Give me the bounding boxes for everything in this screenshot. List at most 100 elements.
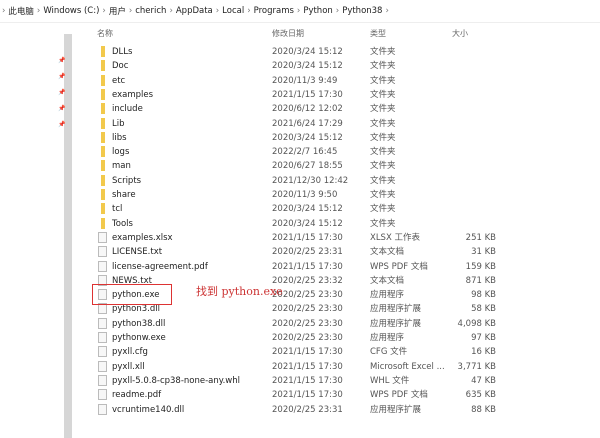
breadcrumb-item[interactable]: Python xyxy=(303,6,332,16)
file-type: 文件夹 xyxy=(370,204,396,215)
file-row[interactable]: Doc 2020/3/24 15:12 文件夹 xyxy=(96,59,516,73)
file-type: 文件夹 xyxy=(370,89,396,100)
file-size: 4,098 KB xyxy=(457,318,496,329)
breadcrumb-item[interactable]: AppData xyxy=(176,6,213,16)
column-header-date[interactable]: 修改日期 xyxy=(272,28,304,39)
file-type: CFG 文件 xyxy=(370,347,408,358)
pin-icon: 📌 xyxy=(58,89,66,96)
file-name: man xyxy=(112,161,131,172)
file-name: Doc xyxy=(112,61,129,72)
file-date: 2020/2/25 23:31 xyxy=(272,404,343,415)
file-icon xyxy=(98,389,107,401)
file-type: WPS PDF 文档 xyxy=(370,390,428,401)
file-row[interactable]: DLLs 2020/3/24 15:12 文件夹 xyxy=(96,45,516,59)
folder-icon xyxy=(101,189,105,200)
file-row[interactable]: Scripts 2021/12/30 12:42 文件夹 xyxy=(96,174,516,188)
annotation-text: 找到 python.exe xyxy=(196,285,283,298)
file-row[interactable]: pyxll.xll 2021/1/15 17:30 Microsoft Exce… xyxy=(96,360,516,374)
file-icon xyxy=(98,317,107,329)
file-name: share xyxy=(112,190,136,200)
breadcrumb-item[interactable]: Programs xyxy=(254,6,294,16)
file-icon xyxy=(98,303,107,315)
file-date: 2021/12/30 12:42 xyxy=(272,175,349,186)
file-size: 16 KB xyxy=(471,347,496,358)
column-header-type[interactable]: 类型 xyxy=(370,28,386,39)
file-type: 文件夹 xyxy=(370,190,396,200)
file-icon xyxy=(98,332,107,343)
file-date: 2020/11/3 9:50 xyxy=(272,190,338,200)
file-date: 2021/1/15 17:30 xyxy=(272,232,343,243)
file-date: 2020/2/25 23:30 xyxy=(272,318,343,329)
file-row[interactable]: pyxll-5.0.8-cp38-none-any.whl 2021/1/15 … xyxy=(96,374,516,388)
file-name: LICENSE.txt xyxy=(112,247,163,258)
file-type: 文件夹 xyxy=(370,47,396,57)
column-header-name[interactable]: 名称 xyxy=(97,28,113,39)
file-row[interactable]: examples.xlsx 2021/1/15 17:30 XLSX 工作表 2… xyxy=(96,231,516,245)
column-header-size[interactable]: 大小 xyxy=(452,28,468,39)
file-type: 应用程序扩展 xyxy=(370,318,422,329)
pin-icon: 📌 xyxy=(58,105,66,112)
file-type: 文件夹 xyxy=(370,147,396,158)
breadcrumb-item[interactable]: 用户 xyxy=(109,5,126,17)
file-row[interactable]: Lib 2021/6/24 17:29 文件夹 xyxy=(96,117,516,131)
file-name: libs xyxy=(112,132,127,143)
file-date: 2021/1/15 17:30 xyxy=(272,390,343,401)
file-date: 2021/1/15 17:30 xyxy=(272,361,343,372)
file-date: 2020/3/24 15:12 xyxy=(272,47,343,57)
file-name: python38.dll xyxy=(112,318,166,329)
chevron-right-icon: › xyxy=(102,6,106,16)
file-row[interactable]: python38.dll 2020/2/25 23:30 应用程序扩展 4,09… xyxy=(96,317,516,331)
file-row[interactable]: share 2020/11/3 9:50 文件夹 xyxy=(96,188,516,202)
file-date: 2020/11/3 9:49 xyxy=(272,75,338,86)
file-date: 2020/3/24 15:12 xyxy=(272,204,343,215)
file-row[interactable]: tcl 2020/3/24 15:12 文件夹 xyxy=(96,202,516,216)
file-size: 98 KB xyxy=(471,290,496,301)
file-row[interactable]: etc 2020/11/3 9:49 文件夹 xyxy=(96,74,516,88)
file-type: 文件夹 xyxy=(370,218,396,229)
file-row[interactable]: Tools 2020/3/24 15:12 文件夹 xyxy=(96,217,516,231)
breadcrumb-item[interactable]: Windows (C:) xyxy=(43,6,99,16)
file-date: 2022/2/7 16:45 xyxy=(272,147,338,158)
file-date: 2021/1/15 17:30 xyxy=(272,89,343,100)
file-name: Scripts xyxy=(112,175,142,186)
folder-icon xyxy=(101,203,105,215)
breadcrumb: › 此电脑 › Windows (C:) › 用户 › cherich › AppData › Loc… xyxy=(0,0,600,23)
file-icon xyxy=(98,346,107,358)
pin-icon: 📌 xyxy=(58,73,66,80)
file-row[interactable]: vcruntime140.dll 2020/2/25 23:31 应用程序扩展 … xyxy=(96,403,516,417)
file-date: 2021/1/15 17:30 xyxy=(272,347,343,358)
file-row[interactable]: readme.pdf 2021/1/15 17:30 WPS PDF 文档 63… xyxy=(96,388,516,402)
file-name: readme.pdf xyxy=(112,390,162,401)
breadcrumb-item[interactable]: 此电脑 xyxy=(8,5,34,17)
file-date: 2020/3/24 15:12 xyxy=(272,61,343,72)
file-type: 文本文档 xyxy=(370,275,405,286)
file-icon xyxy=(98,403,107,415)
file-row[interactable]: include 2020/6/12 12:02 文件夹 xyxy=(96,102,516,116)
file-name: logs xyxy=(112,147,130,158)
file-date: 2020/6/12 12:02 xyxy=(272,104,343,115)
breadcrumb-item[interactable]: cherich xyxy=(135,6,166,16)
folder-icon xyxy=(101,103,105,115)
file-size: 635 KB xyxy=(465,390,496,401)
file-date: 2021/6/24 17:29 xyxy=(272,118,343,129)
file-row[interactable]: pyxll.cfg 2021/1/15 17:30 CFG 文件 16 KB xyxy=(96,345,516,359)
file-type: WHL 文件 xyxy=(370,375,410,386)
breadcrumb-item[interactable]: Local xyxy=(222,6,244,16)
file-row[interactable]: pythonw.exe 2020/2/25 23:30 应用程序 97 KB xyxy=(96,331,516,345)
file-row[interactable]: man 2020/6/27 18:55 文件夹 xyxy=(96,159,516,173)
file-name: etc xyxy=(112,75,126,86)
file-row[interactable]: license-agreement.pdf 2021/1/15 17:30 WP… xyxy=(96,260,516,274)
file-row[interactable]: logs 2022/2/7 16:45 文件夹 xyxy=(96,145,516,159)
file-row[interactable]: examples 2021/1/15 17:30 文件夹 xyxy=(96,88,516,102)
folder-icon xyxy=(101,88,105,100)
file-type: 文本文档 xyxy=(370,247,405,258)
pin-icon: 📌 xyxy=(58,57,66,64)
file-date: 2020/3/24 15:12 xyxy=(272,132,343,143)
file-icon xyxy=(98,231,107,243)
folder-icon xyxy=(101,217,105,229)
file-row[interactable]: LICENSE.txt 2020/2/25 23:31 文本文档 31 KB xyxy=(96,245,516,259)
file-row[interactable]: libs 2020/3/24 15:12 文件夹 xyxy=(96,131,516,145)
file-date: 2020/2/25 23:30 xyxy=(272,304,343,315)
breadcrumb-item[interactable]: Python38 xyxy=(342,6,382,16)
folder-icon xyxy=(101,117,105,129)
